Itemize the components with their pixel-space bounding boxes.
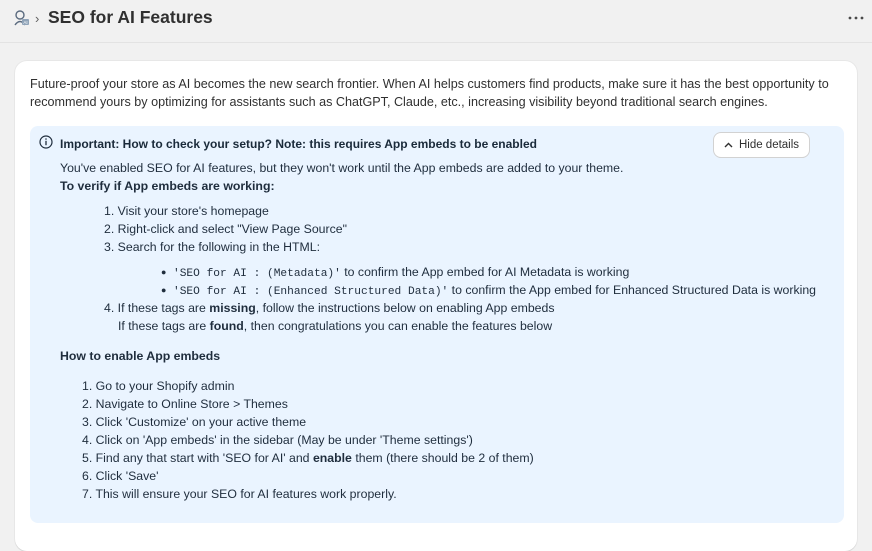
found-suffix: , then congratulations you can enable th… <box>243 319 553 333</box>
step5-prefix: 5. Find any that start with 'SEO for AI'… <box>82 451 313 465</box>
tag-code: 'SEO for AI : (Enhanced Structured Data)… <box>173 286 449 298</box>
enabled-notice: You've enabled SEO for AI features, but … <box>60 161 624 175</box>
bullet-icon: ● <box>161 285 167 295</box>
enable-step: 6. Click 'Save' <box>82 469 159 483</box>
tag-item: 'SEO for AI : (Metadata)' to confirm the… <box>173 263 629 283</box>
step5-bold: enable <box>312 451 352 465</box>
hide-details-button[interactable]: Hide details <box>714 133 809 157</box>
app-logo-icon[interactable]: AI <box>12 9 30 27</box>
ellipsis-icon[interactable] <box>846 8 866 28</box>
verify-step-4: 4. If these tags are missing, follow the… <box>104 299 554 317</box>
chevron-up-icon <box>724 142 733 148</box>
enable-step-5: 5. Find any that start with 'SEO for AI'… <box>82 449 534 467</box>
breadcrumb-chevron-icon: › <box>35 11 40 26</box>
verify-step: 1. Visit your store's homepage <box>104 204 269 218</box>
enable-step: 2. Navigate to Online Store > Themes <box>82 397 288 411</box>
step4-bold: missing <box>209 301 256 315</box>
found-bold: found <box>209 319 244 333</box>
enable-step: 1. Go to your Shopify admin <box>82 379 235 393</box>
enable-heading: How to enable App embeds <box>60 349 221 363</box>
step5-suffix: them (there should be 2 of them) <box>351 451 534 465</box>
step4-suffix: , follow the instructions below on enabl… <box>255 301 555 315</box>
enable-step: 7. This will ensure your SEO for AI feat… <box>82 487 397 501</box>
verify-heading: To verify if App embeds are working: <box>60 179 275 193</box>
tag-code: 'SEO for AI : (Metadata)' <box>173 268 341 280</box>
tag-item: 'SEO for AI : (Enhanced Structured Data)… <box>173 281 816 301</box>
header-divider <box>0 42 872 43</box>
enable-step: 4. Click on 'App embeds' in the sidebar … <box>82 433 473 447</box>
svg-text:AI: AI <box>23 20 27 25</box>
verify-step: 3. Search for the following in the HTML: <box>104 240 320 254</box>
hide-details-label: Hide details <box>738 139 800 151</box>
info-icon <box>39 135 53 149</box>
intro-text: Future-proof your store as AI becomes th… <box>30 77 829 109</box>
enable-step: 3. Click 'Customize' on your active them… <box>82 415 307 429</box>
banner-title: Important: How to check your setup? Note… <box>60 137 537 151</box>
top-bar: AI › SEO for AI Features <box>0 0 872 42</box>
info-banner: Important: How to check your setup? Note… <box>30 126 844 523</box>
found-prefix: If these tags are <box>118 319 210 333</box>
found-note: If these tags are found, then congratula… <box>118 317 552 335</box>
step4-prefix: 4. If these tags are <box>104 301 210 315</box>
tag-text: to confirm the App embed for AI Metadata… <box>340 265 630 279</box>
page-title: SEO for AI Features <box>48 7 213 27</box>
verify-step: 2. Right-click and select "View Page Sou… <box>104 222 347 236</box>
tag-text: to confirm the App embed for Enhanced St… <box>448 283 817 297</box>
bullet-icon: ● <box>161 267 167 277</box>
content-card: Future-proof your store as AI becomes th… <box>15 61 857 551</box>
